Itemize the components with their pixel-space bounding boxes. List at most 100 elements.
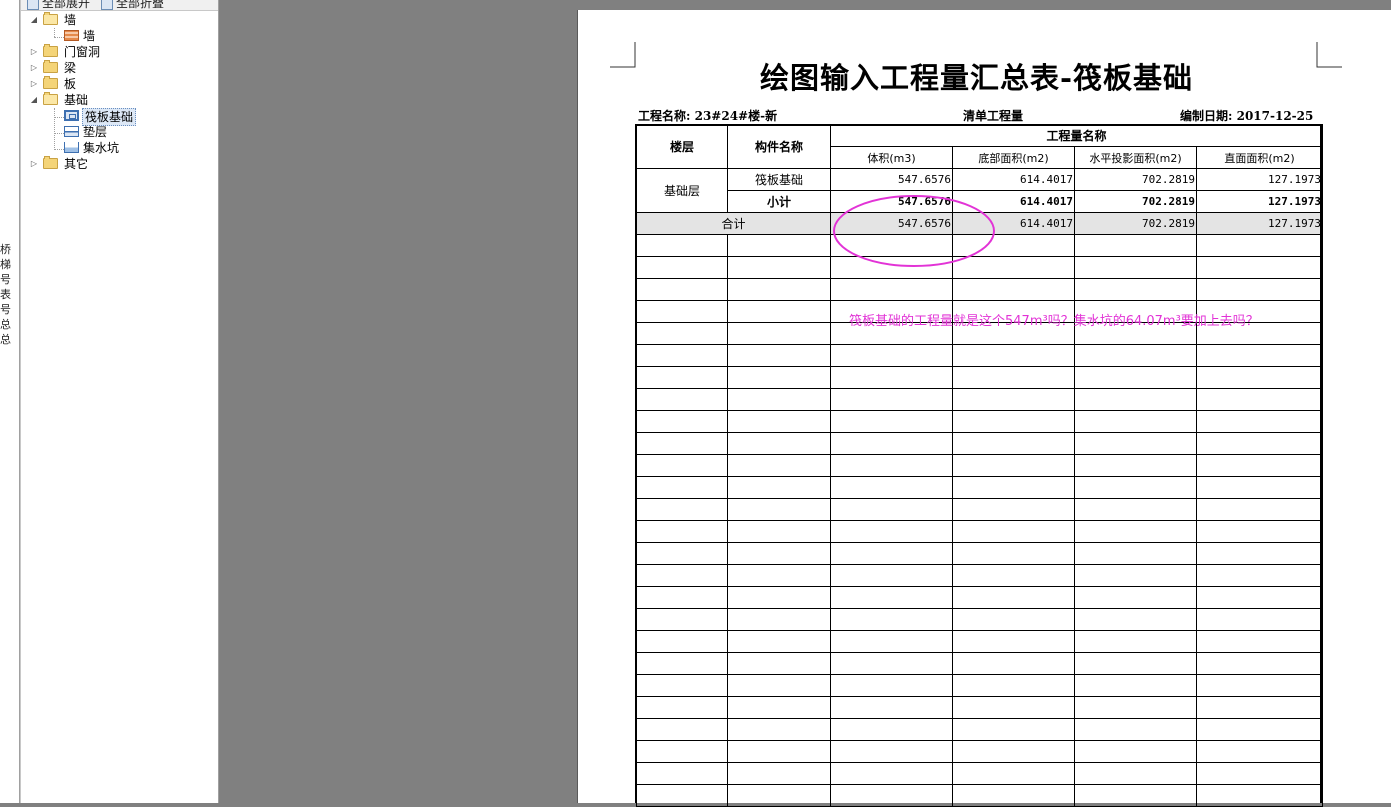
empty-cell: [1074, 476, 1197, 499]
subtotal-label: 小计: [727, 190, 831, 213]
empty-cell: [952, 718, 1075, 741]
empty-cell: [830, 476, 953, 499]
empty-table-row: [636, 278, 1323, 301]
annotation-ellipse: [833, 195, 995, 267]
tree-node-cushion[interactable]: 垫层: [64, 124, 204, 140]
raft-foundation-icon: [64, 110, 79, 121]
tree-node-door-window[interactable]: ▷ 门窗洞: [29, 44, 209, 60]
empty-cell: [1196, 652, 1323, 675]
tree-node-foundation[interactable]: ◢ 基础: [29, 92, 209, 108]
empty-cell: [1074, 652, 1197, 675]
empty-cell: [830, 740, 953, 763]
empty-cell: [1196, 586, 1323, 609]
empty-cell: [727, 674, 831, 697]
list-type: 清单工程量: [963, 109, 1024, 123]
empty-cell: [636, 234, 728, 257]
empty-cell: [1196, 366, 1323, 389]
empty-cell: [727, 696, 831, 719]
empty-cell: [830, 652, 953, 675]
empty-cell: [1196, 256, 1323, 279]
empty-table-row: [636, 652, 1323, 675]
empty-cell: [727, 344, 831, 367]
empty-cell: [1196, 432, 1323, 455]
empty-cell: [727, 718, 831, 741]
empty-cell: [1074, 630, 1197, 653]
empty-table-row: [636, 608, 1323, 631]
empty-table-row: [636, 498, 1323, 521]
empty-cell: [952, 278, 1075, 301]
empty-cell: [727, 388, 831, 411]
empty-cell: [727, 784, 831, 807]
tree-line: [54, 149, 64, 150]
tree-node-sump[interactable]: 集水坑: [64, 140, 204, 156]
tree-node-other[interactable]: ▷ 其它: [29, 156, 209, 172]
collapsed-arrow-icon[interactable]: ▷: [29, 60, 39, 76]
total-label: 合计: [636, 212, 831, 235]
empty-cell: [636, 608, 728, 631]
horizontal-projection-area-cell: 702.2819: [1074, 168, 1197, 191]
empty-cell: [1074, 542, 1197, 565]
empty-table-row: [636, 432, 1323, 455]
volume-cell: 547.6576: [830, 168, 953, 191]
collapse-all-button[interactable]: 全部折叠: [101, 0, 164, 10]
empty-cell: [830, 344, 953, 367]
empty-cell: [830, 630, 953, 653]
tree-node-beam[interactable]: ▷ 梁: [29, 60, 209, 76]
empty-cell: [952, 586, 1075, 609]
empty-cell: [1196, 674, 1323, 697]
empty-cell: [830, 608, 953, 631]
tree-node-slab[interactable]: ▷ 板: [29, 76, 209, 92]
empty-cell: [636, 344, 728, 367]
empty-table-row: [636, 454, 1323, 477]
empty-cell: [727, 322, 831, 345]
expand-all-button[interactable]: 全部展开: [27, 0, 90, 10]
tree-node-wall[interactable]: 墙: [64, 28, 204, 44]
empty-table-row: [636, 674, 1323, 697]
header-component: 构件名称: [727, 124, 831, 169]
expanded-arrow-icon[interactable]: ◢: [29, 12, 39, 28]
empty-cell: [1196, 388, 1323, 411]
empty-table-row: [636, 410, 1323, 433]
project-name: 工程名称: 23#24#楼-新: [638, 109, 778, 123]
tree-line: [54, 117, 64, 118]
empty-cell: [1074, 432, 1197, 455]
empty-cell: [1074, 608, 1197, 631]
empty-cell: [952, 454, 1075, 477]
empty-cell: [727, 652, 831, 675]
wall-icon: [64, 30, 79, 41]
empty-cell: [1196, 784, 1323, 807]
empty-cell: [1074, 498, 1197, 521]
empty-cell: [830, 696, 953, 719]
empty-cell: [727, 410, 831, 433]
expanded-arrow-icon[interactable]: ◢: [29, 92, 39, 108]
collapsed-arrow-icon[interactable]: ▷: [29, 156, 39, 172]
empty-cell: [727, 476, 831, 499]
empty-cell: [830, 762, 953, 785]
empty-cell: [1074, 674, 1197, 697]
empty-table-row: [636, 366, 1323, 389]
folder-icon: [43, 76, 58, 89]
empty-cell: [727, 586, 831, 609]
collapse-icon: [101, 0, 113, 10]
tree-line: [54, 108, 55, 150]
empty-cell: [1074, 234, 1197, 257]
header-bottom-area: 底部面积(m2): [952, 146, 1075, 169]
folder-icon: [43, 44, 58, 57]
empty-table-row: [636, 718, 1323, 741]
empty-cell: [1074, 696, 1197, 719]
empty-cell: [636, 256, 728, 279]
empty-cell: [636, 300, 728, 323]
empty-cell: [636, 696, 728, 719]
empty-cell: [830, 454, 953, 477]
tree-node-raft-foundation[interactable]: 筏板基础: [64, 108, 204, 126]
empty-cell: [1074, 388, 1197, 411]
empty-cell: [727, 564, 831, 587]
empty-cell: [636, 432, 728, 455]
empty-cell: [1196, 498, 1323, 521]
collapsed-arrow-icon[interactable]: ▷: [29, 76, 39, 92]
folder-icon: [43, 156, 58, 169]
tree-node-wall-group[interactable]: ◢ 墙: [29, 12, 209, 28]
collapsed-arrow-icon[interactable]: ▷: [29, 44, 39, 60]
empty-cell: [1074, 278, 1197, 301]
report-title: 绘图输入工程量汇总表-筏板基础: [760, 61, 1194, 95]
